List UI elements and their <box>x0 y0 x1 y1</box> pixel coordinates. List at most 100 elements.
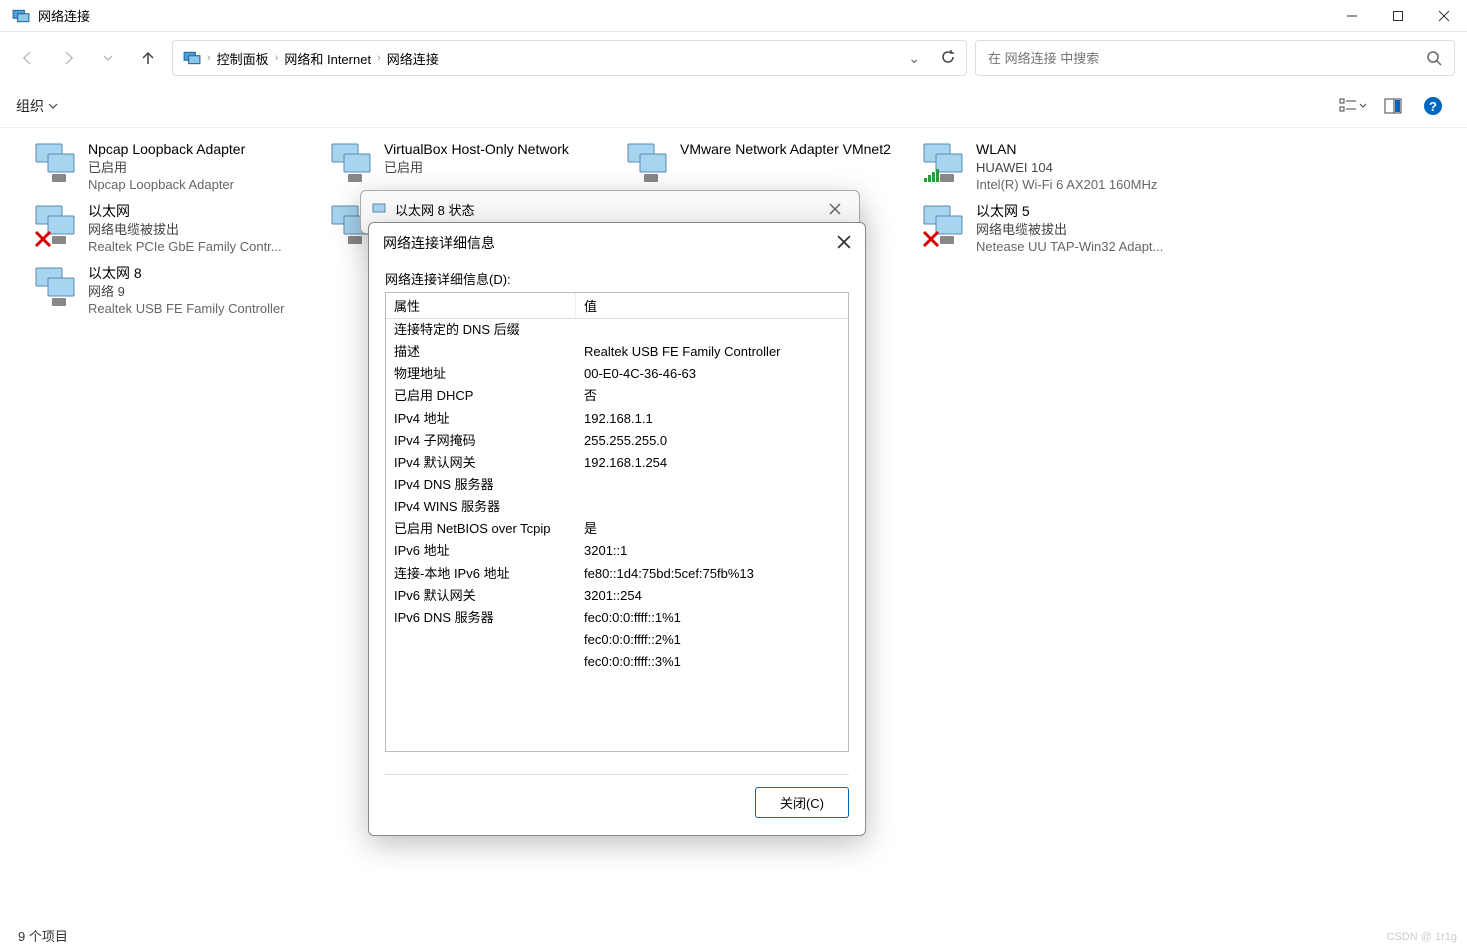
view-options-button[interactable] <box>1335 88 1371 124</box>
connection-status: 网络 9 <box>88 283 285 301</box>
value-cell: fec0:0:0:ffff::2%1 <box>576 629 848 651</box>
connection-icon <box>920 202 966 248</box>
status-bar: 9 个项目 <box>0 921 1467 949</box>
connection-name: VirtualBox Host-Only Network <box>384 140 569 159</box>
connection-status: 网络电缆被拔出 <box>976 221 1163 239</box>
close-button[interactable] <box>1421 0 1467 32</box>
preview-pane-button[interactable] <box>1375 88 1411 124</box>
connection-status: 已启用 <box>384 159 569 177</box>
connection-item[interactable]: 以太网 8网络 9Realtek USB FE Family Controlle… <box>24 260 320 322</box>
details-row[interactable]: fec0:0:0:ffff::3%1 <box>386 651 848 673</box>
property-cell: IPv6 默认网关 <box>386 585 576 607</box>
command-bar: 组织 ? <box>0 84 1467 128</box>
connection-item[interactable]: 以太网 5网络电缆被拔出Netease UU TAP-Win32 Adapt..… <box>912 198 1208 260</box>
property-cell: IPv4 WINS 服务器 <box>386 496 576 518</box>
status-dialog-title: 以太网 8 状态 <box>395 200 474 219</box>
details-row[interactable]: IPv4 地址192.168.1.1 <box>386 408 848 430</box>
item-count: 9 个项目 <box>18 926 68 945</box>
window-title: 网络连接 <box>38 6 90 25</box>
details-dialog-close[interactable] <box>837 235 851 252</box>
value-cell: 3201::1 <box>576 540 848 562</box>
connection-icon <box>32 140 78 186</box>
value-cell: 否 <box>576 385 848 407</box>
navigation-bar: › 控制面板 › 网络和 Internet › 网络连接 ⌄ <box>0 32 1467 84</box>
details-row[interactable]: IPv6 默认网关3201::254 <box>386 585 848 607</box>
details-row[interactable]: IPv4 子网掩码255.255.255.0 <box>386 430 848 452</box>
svg-text:?: ? <box>1429 99 1437 114</box>
details-list[interactable]: 属性 值 连接特定的 DNS 后缀描述Realtek USB FE Family… <box>385 292 849 752</box>
connection-status: 网络电缆被拔出 <box>88 221 282 239</box>
help-button[interactable]: ? <box>1415 88 1451 124</box>
connection-device: Realtek PCIe GbE Family Contr... <box>88 238 282 256</box>
property-cell: IPv6 地址 <box>386 540 576 562</box>
connection-item[interactable]: Npcap Loopback Adapter已启用Npcap Loopback … <box>24 136 320 198</box>
details-row[interactable]: IPv4 WINS 服务器 <box>386 496 848 518</box>
details-row[interactable]: 描述Realtek USB FE Family Controller <box>386 341 848 363</box>
search-box[interactable] <box>975 40 1455 76</box>
connection-item[interactable]: VirtualBox Host-Only Network已启用 <box>320 136 616 198</box>
breadcrumb-item[interactable]: 网络连接 <box>387 49 439 68</box>
minimize-button[interactable] <box>1329 0 1375 32</box>
breadcrumb-item[interactable]: 网络和 Internet <box>284 49 371 68</box>
details-row[interactable]: 已启用 DHCP否 <box>386 385 848 407</box>
connection-status: HUAWEI 104 <box>976 159 1157 177</box>
details-list-label: 网络连接详细信息(D): <box>385 269 849 288</box>
connection-item[interactable]: WLANHUAWEI 104Intel(R) Wi-Fi 6 AX201 160… <box>912 136 1208 198</box>
value-cell <box>576 474 848 496</box>
details-dialog-title: 网络连接详细信息 <box>383 233 495 253</box>
header-value[interactable]: 值 <box>576 293 848 318</box>
chevron-down-icon[interactable]: ⌄ <box>908 50 920 67</box>
connection-item[interactable]: 以太网网络电缆被拔出Realtek PCIe GbE Family Contr.… <box>24 198 320 260</box>
value-cell: 255.255.255.0 <box>576 430 848 452</box>
details-row[interactable]: fec0:0:0:ffff::2%1 <box>386 629 848 651</box>
value-cell: 是 <box>576 518 848 540</box>
details-row[interactable]: 连接-本地 IPv6 地址fe80::1d4:75bd:5cef:75fb%13 <box>386 563 848 585</box>
connection-name: 以太网 5 <box>976 202 1163 221</box>
forward-button[interactable] <box>52 42 84 74</box>
breadcrumb-item[interactable]: 控制面板 <box>217 49 269 68</box>
value-cell: Realtek USB FE Family Controller <box>576 341 848 363</box>
connection-item[interactable]: VMware Network Adapter VMnet2 <box>616 136 912 198</box>
details-row[interactable]: 已启用 NetBIOS over Tcpip是 <box>386 518 848 540</box>
status-dialog-close[interactable] <box>821 195 849 223</box>
property-cell <box>386 629 576 651</box>
app-icon <box>12 7 30 25</box>
property-cell: IPv6 DNS 服务器 <box>386 607 576 629</box>
property-cell: 连接-本地 IPv6 地址 <box>386 563 576 585</box>
value-cell <box>576 496 848 518</box>
connection-icon <box>328 140 374 186</box>
details-row[interactable]: IPv4 DNS 服务器 <box>386 474 848 496</box>
search-input[interactable] <box>988 51 1426 66</box>
address-bar[interactable]: › 控制面板 › 网络和 Internet › 网络连接 ⌄ <box>172 40 967 76</box>
property-cell: 物理地址 <box>386 363 576 385</box>
connection-name: 以太网 <box>88 202 282 221</box>
close-button[interactable]: 关闭(C) <box>755 787 849 818</box>
refresh-icon[interactable] <box>940 49 956 68</box>
property-cell: 已启用 NetBIOS over Tcpip <box>386 518 576 540</box>
value-cell <box>576 319 848 341</box>
adapter-icon <box>371 201 387 217</box>
connection-icon <box>624 140 670 186</box>
up-button[interactable] <box>132 42 164 74</box>
recent-dropdown[interactable] <box>92 42 124 74</box>
chevron-right-icon: › <box>207 52 211 64</box>
value-cell: fec0:0:0:ffff::3%1 <box>576 651 848 673</box>
connection-name: 以太网 8 <box>88 264 285 283</box>
maximize-button[interactable] <box>1375 0 1421 32</box>
value-cell: fe80::1d4:75bd:5cef:75fb%13 <box>576 563 848 585</box>
back-button[interactable] <box>12 42 44 74</box>
details-row[interactable]: 连接特定的 DNS 后缀 <box>386 319 848 341</box>
details-row[interactable]: 物理地址00-E0-4C-36-46-63 <box>386 363 848 385</box>
details-row[interactable]: IPv4 默认网关192.168.1.254 <box>386 452 848 474</box>
header-property[interactable]: 属性 <box>386 293 576 318</box>
connection-status: 已启用 <box>88 159 245 177</box>
details-row[interactable]: IPv6 地址3201::1 <box>386 540 848 562</box>
property-cell: 连接特定的 DNS 后缀 <box>386 319 576 341</box>
connection-icon <box>920 140 966 186</box>
property-cell: IPv4 默认网关 <box>386 452 576 474</box>
organize-button[interactable]: 组织 <box>16 96 58 116</box>
details-row[interactable]: IPv6 DNS 服务器fec0:0:0:ffff::1%1 <box>386 607 848 629</box>
connection-name: Npcap Loopback Adapter <box>88 140 245 159</box>
property-cell <box>386 651 576 673</box>
connection-device: Intel(R) Wi-Fi 6 AX201 160MHz <box>976 176 1157 194</box>
